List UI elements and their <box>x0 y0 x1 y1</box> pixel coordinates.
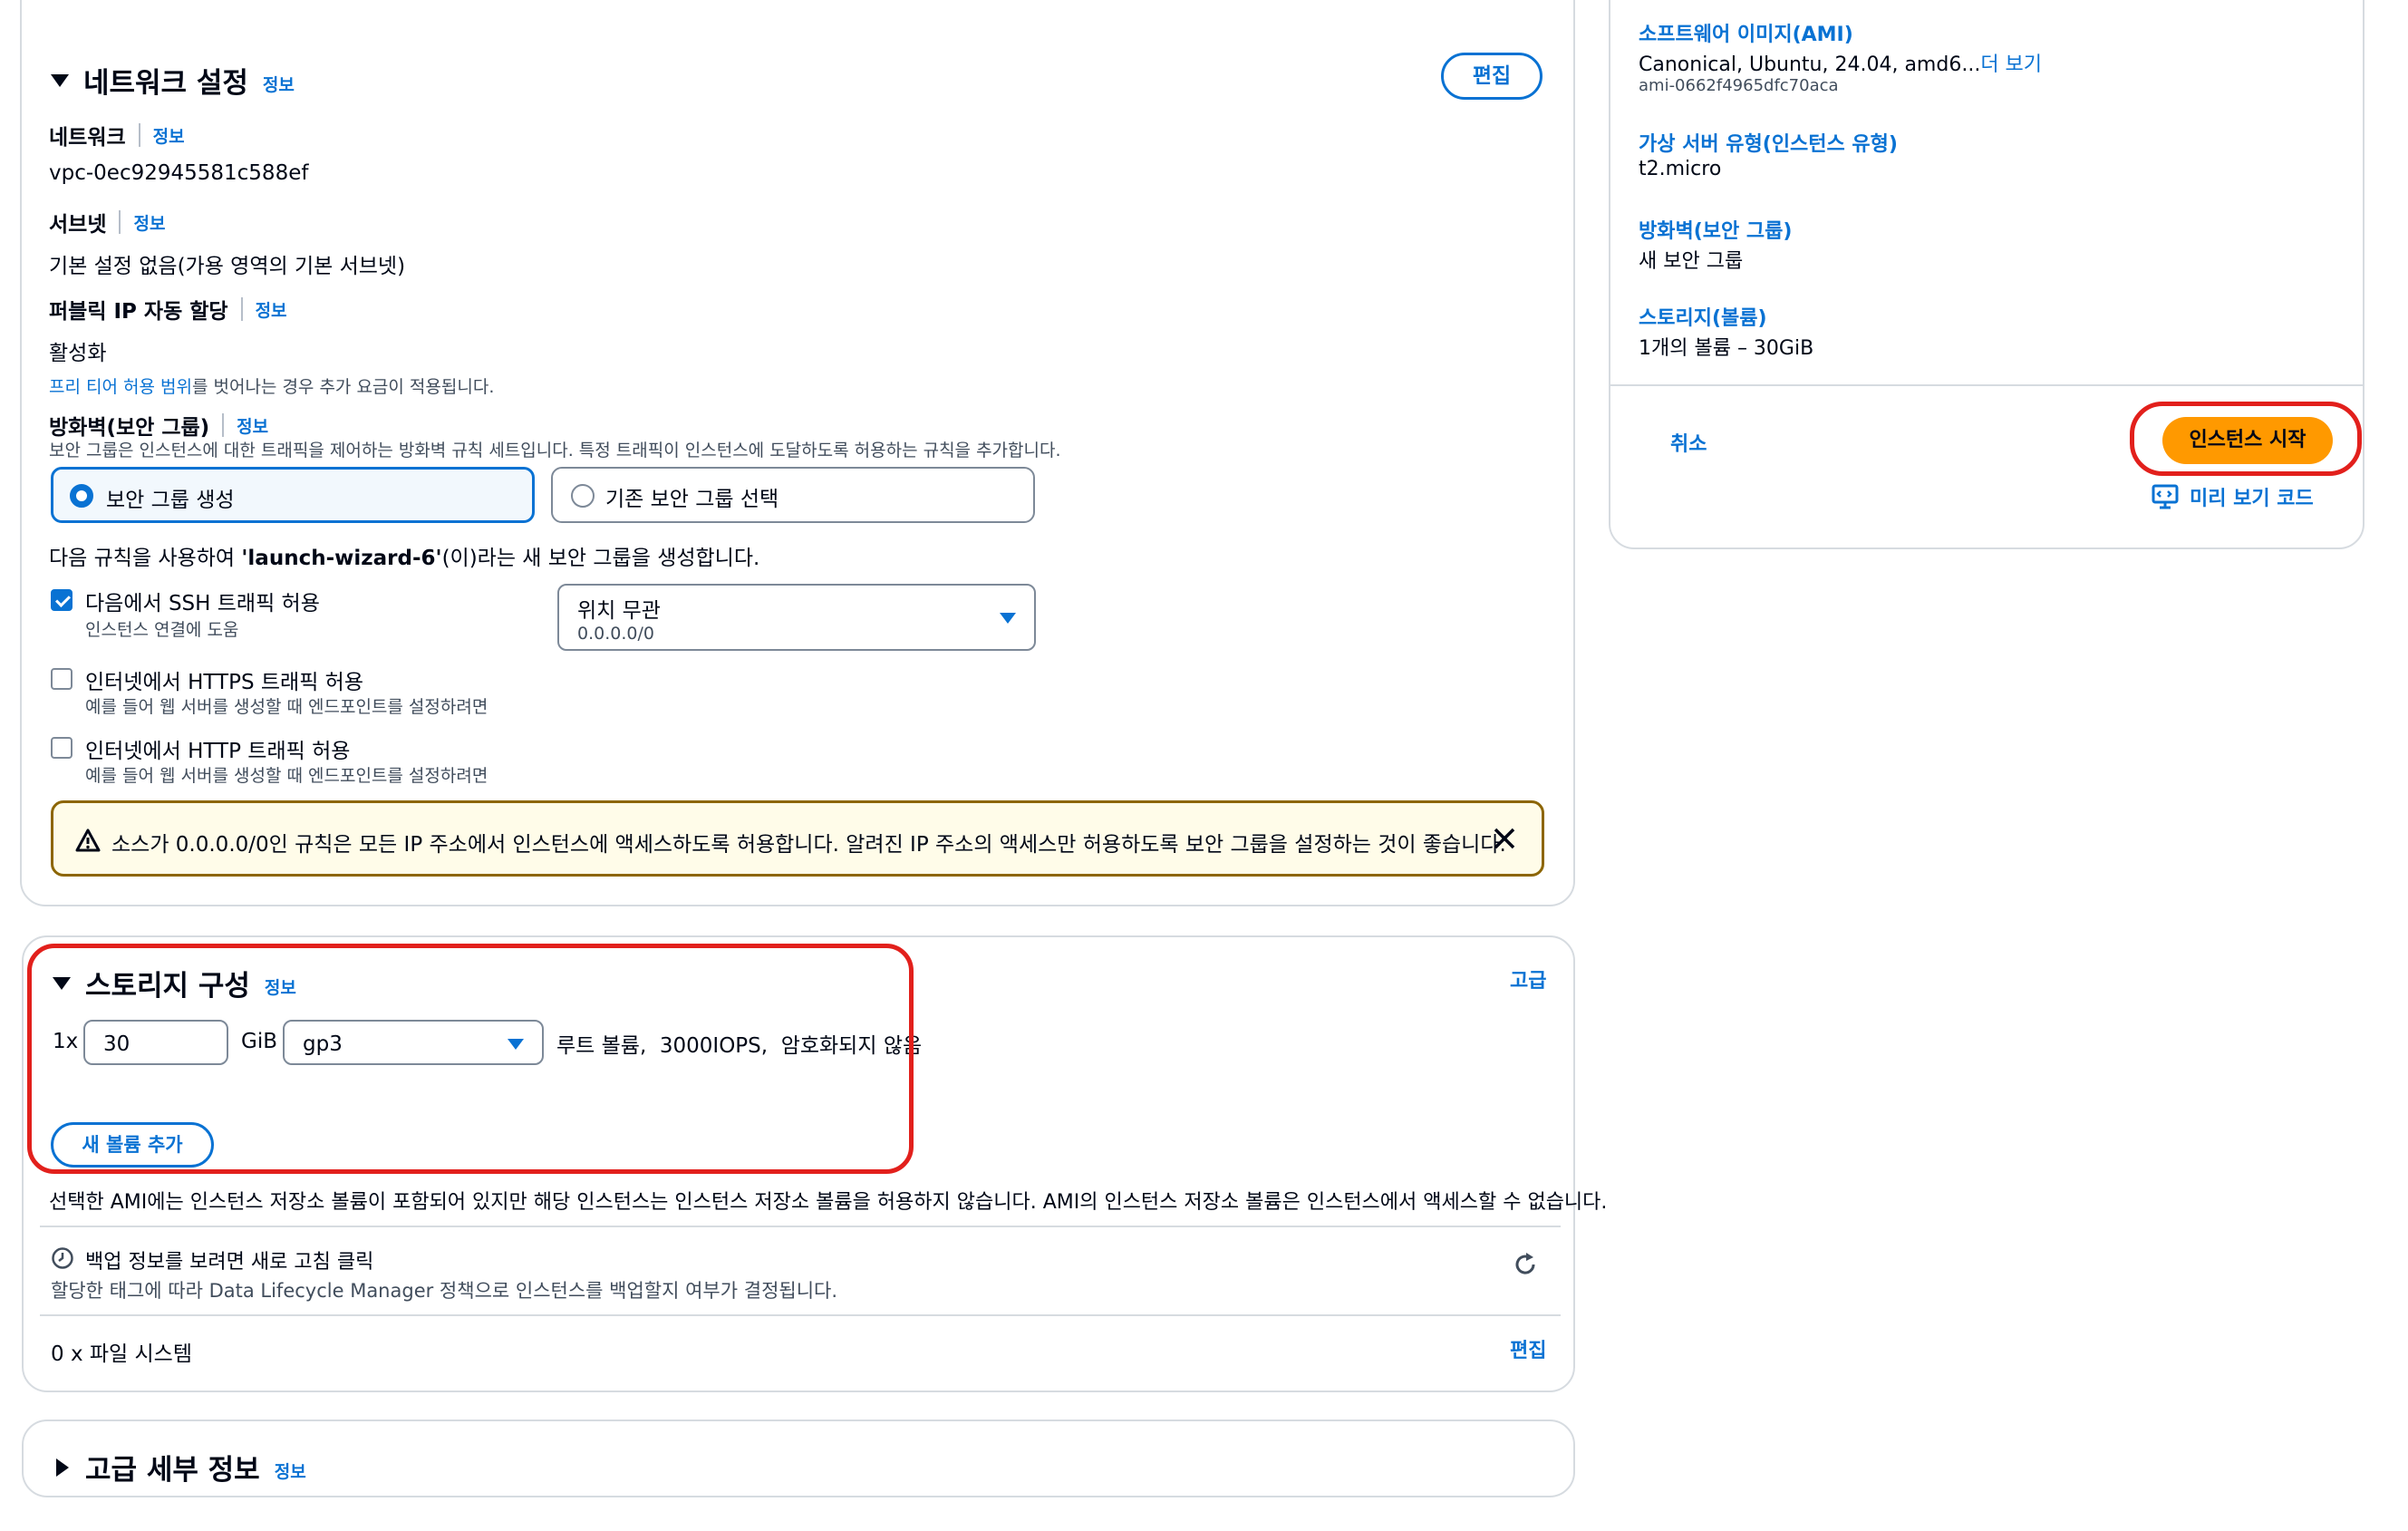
clock-icon <box>52 1247 73 1269</box>
https-label: 인터넷에서 HTTPS 트래픽 허용 <box>85 671 363 694</box>
public-ip-field-label: 퍼블릭 IP 자동 할당 정보 <box>49 294 287 325</box>
divider <box>40 1226 1561 1227</box>
ssh-source-value: 위치 무관 <box>577 599 661 623</box>
public-ip-value: 활성화 <box>49 342 107 365</box>
summary-storage-label[interactable]: 스토리지(볼륨) <box>1639 302 1767 331</box>
network-field-label: 네트워크 정보 <box>49 120 185 150</box>
file-systems-count: 0 x 파일 시스템 <box>51 1342 192 1366</box>
warning-icon <box>75 828 101 852</box>
https-checkbox[interactable] <box>51 668 73 690</box>
firewall-info-link[interactable]: 정보 <box>237 413 268 438</box>
existing-sg-radio[interactable] <box>571 484 595 508</box>
warning-text: 소스가 0.0.0.0/0인 규칙은 모든 IP 주소에서 인스턴스에 액세스하… <box>111 833 1506 857</box>
instance-store-note: 선택한 AMI에는 인스턴스 저장소 볼륨이 포함되어 있지만 해당 인스턴스는… <box>49 1191 1608 1214</box>
http-label: 인터넷에서 HTTP 트래픽 허용 <box>85 740 351 763</box>
network-value: vpc-0ec92945581c588ef <box>49 161 309 185</box>
https-description: 예를 들어 웹 서버를 생성할 때 엔드포인트를 설정하려면 <box>85 697 488 717</box>
option-create-security-group[interactable]: 보안 그룹 생성 <box>51 467 535 523</box>
subnet-info-link[interactable]: 정보 <box>133 210 165 235</box>
http-checkbox[interactable] <box>51 737 73 759</box>
divider <box>1610 384 2363 386</box>
ssh-description: 인스턴스 연결에 도움 <box>85 620 239 640</box>
highlight-storage-config <box>27 944 914 1174</box>
refresh-icon[interactable] <box>1512 1251 1539 1278</box>
summary-instance-type-label[interactable]: 가상 서버 유형(인스턴스 유형) <box>1639 128 1898 157</box>
ssh-source-select[interactable]: 위치 무관 0.0.0.0/0 <box>557 584 1036 651</box>
advanced-section-header[interactable]: 고급 세부 정보 정보 <box>56 1447 306 1487</box>
summary-security-group-value: 새 보안 그룹 <box>1639 250 1744 273</box>
summary-ami-value: Canonical, Ubuntu, 24.04, amd6...더 보기 <box>1639 53 2043 76</box>
existing-sg-label: 기존 보안 그룹 선택 <box>605 488 779 511</box>
file-systems-edit-link[interactable]: 편집 <box>1510 1334 1546 1363</box>
firewall-field-label: 방화벽(보안 그룹) 정보 <box>49 410 268 441</box>
network-info-link[interactable]: 정보 <box>263 72 295 96</box>
summary-security-group-label[interactable]: 방화벽(보안 그룹) <box>1639 215 1792 244</box>
create-sg-radio[interactable] <box>70 484 93 508</box>
network-edit-button[interactable]: 편집 <box>1441 53 1542 100</box>
storage-advanced-link[interactable]: 고급 <box>1510 964 1546 993</box>
network-info-link-2[interactable]: 정보 <box>153 123 185 148</box>
free-tier-link[interactable]: 프리 티어 허용 범위 <box>49 377 192 397</box>
subnet-field-label: 서브넷 정보 <box>49 207 165 237</box>
summary-ami-id: ami-0662f4965dfc70aca <box>1639 76 1839 95</box>
http-description: 예를 들어 웹 서버를 생성할 때 엔드포인트를 설정하려면 <box>85 766 488 786</box>
summary-instance-type-value: t2.micro <box>1639 158 1722 180</box>
advanced-section-title: 고급 세부 정보 <box>85 1454 260 1487</box>
divider <box>40 1314 1561 1316</box>
option-existing-security-group[interactable]: 기존 보안 그룹 선택 <box>551 467 1035 523</box>
backup-description: 할당한 태그에 따라 Data Lifecycle Manager 정책으로 인… <box>51 1280 838 1302</box>
subnet-value: 기본 설정 없음(가용 영역의 기본 서브넷) <box>49 255 406 278</box>
ami-more-link[interactable]: 더 보기 <box>1980 53 2042 76</box>
network-section-header[interactable]: 네트워크 설정 정보 <box>51 60 295 101</box>
ssh-checkbox[interactable] <box>51 589 73 611</box>
expand-caret-icon[interactable] <box>56 1458 69 1477</box>
code-preview-icon <box>2152 484 2179 509</box>
highlight-launch-button <box>2130 402 2362 476</box>
new-security-group-rule-text: 다음 규칙을 사용하여 'launch-wizard-6'(이)라는 새 보안 … <box>49 547 760 570</box>
network-section-title: 네트워크 설정 <box>83 67 248 100</box>
firewall-description: 보안 그룹은 인스턴스에 대한 트래픽을 제어하는 방화벽 규칙 세트입니다. … <box>49 441 1061 460</box>
ssh-label: 다음에서 SSH 트래픽 허용 <box>85 592 320 615</box>
free-tier-note: 프리 티어 허용 범위를 벗어나는 경우 추가 요금이 적용됩니다. <box>49 377 495 397</box>
backup-title: 백업 정보를 보려면 새로 고침 클릭 <box>85 1251 374 1274</box>
close-icon[interactable] <box>1493 827 1516 850</box>
chevron-down-icon <box>1000 613 1016 624</box>
summary-storage-value: 1개의 볼륨 – 30GiB <box>1639 337 1814 360</box>
preview-code-link[interactable]: 미리 보기 코드 <box>2152 482 2314 511</box>
summary-ami-label[interactable]: 소프트웨어 이미지(AMI) <box>1639 18 1853 47</box>
cancel-button[interactable]: 취소 <box>1670 428 1707 457</box>
ssh-source-cidr: 0.0.0.0/0 <box>577 624 654 644</box>
collapse-caret-icon[interactable] <box>51 73 69 87</box>
advanced-info-link[interactable]: 정보 <box>275 1458 306 1483</box>
open-ip-warning-alert: 소스가 0.0.0.0/0인 규칙은 모든 IP 주소에서 인스턴스에 액세스하… <box>51 800 1544 877</box>
public-ip-info-link[interactable]: 정보 <box>256 297 287 322</box>
create-sg-label: 보안 그룹 생성 <box>106 489 235 512</box>
